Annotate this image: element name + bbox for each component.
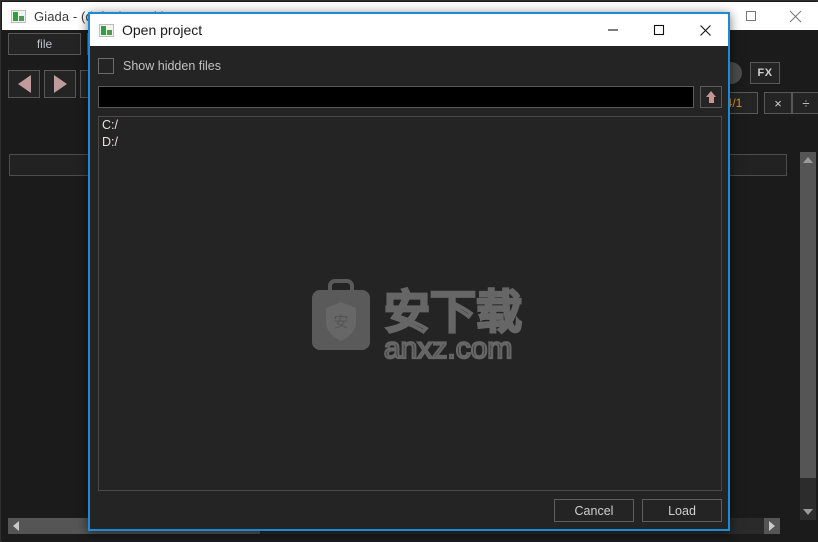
chevron-up-icon bbox=[803, 157, 813, 163]
chevron-right-icon bbox=[769, 521, 775, 531]
svg-text:安: 安 bbox=[333, 314, 348, 331]
parent-directory-button[interactable] bbox=[700, 86, 722, 108]
minimize-icon[interactable] bbox=[590, 14, 636, 46]
play-button[interactable] bbox=[44, 70, 76, 98]
chevron-down-icon bbox=[803, 509, 813, 515]
dialog-body: Show hidden files C:/ D:/ 安 安下载 anxz.com bbox=[90, 46, 728, 529]
dialog-title: Open project bbox=[122, 22, 203, 38]
path-input[interactable] bbox=[98, 86, 694, 108]
file-browser-list[interactable]: C:/ D:/ 安 安下载 anxz.com bbox=[98, 116, 722, 491]
close-icon[interactable] bbox=[773, 2, 818, 30]
dialog-window-controls bbox=[590, 14, 728, 46]
load-button-label: Load bbox=[668, 503, 696, 518]
scroll-down-button[interactable] bbox=[800, 504, 816, 520]
chevron-left-icon bbox=[13, 521, 19, 531]
dialog-title-bar[interactable]: Open project bbox=[90, 14, 728, 46]
rewind-icon bbox=[17, 75, 31, 93]
watermark-logo: 安 安下载 anxz.com bbox=[312, 279, 523, 362]
show-hidden-files-checkbox[interactable] bbox=[98, 58, 114, 74]
file-button[interactable]: file bbox=[8, 33, 81, 55]
fx-button[interactable]: FX bbox=[750, 62, 780, 84]
watermark-domain-text: anxz.com bbox=[384, 332, 512, 362]
beats-divide-button[interactable]: ÷ bbox=[792, 92, 818, 114]
show-hidden-files-label: Show hidden files bbox=[123, 59, 221, 73]
cancel-button-label: Cancel bbox=[574, 503, 614, 518]
dialog-footer: Cancel Load bbox=[90, 491, 728, 529]
cancel-button[interactable]: Cancel bbox=[554, 499, 634, 522]
watermark-cn-text: 安下载 bbox=[384, 286, 522, 338]
maximize-icon[interactable] bbox=[636, 14, 682, 46]
scroll-left-button[interactable] bbox=[8, 518, 24, 534]
maximize-icon[interactable] bbox=[728, 2, 773, 30]
vertical-scrollbar-thumb[interactable] bbox=[800, 168, 816, 478]
list-item[interactable]: D:/ bbox=[99, 134, 721, 151]
open-project-dialog: Open project Show hidden files C:/ D:/ 安… bbox=[88, 12, 730, 531]
list-item[interactable]: C:/ bbox=[99, 117, 721, 134]
giada-icon bbox=[11, 9, 26, 23]
scroll-right-button[interactable] bbox=[764, 518, 780, 534]
scroll-up-button[interactable] bbox=[800, 152, 816, 168]
play-icon bbox=[53, 75, 67, 93]
show-hidden-files-row[interactable]: Show hidden files bbox=[98, 56, 221, 76]
up-arrow-icon bbox=[705, 91, 717, 103]
rewind-button[interactable] bbox=[8, 70, 40, 98]
beats-multiply-button[interactable]: × bbox=[764, 92, 792, 114]
close-icon[interactable] bbox=[682, 14, 728, 46]
load-button[interactable]: Load bbox=[642, 499, 722, 522]
giada-icon bbox=[99, 23, 114, 37]
vertical-scrollbar[interactable] bbox=[800, 152, 816, 520]
